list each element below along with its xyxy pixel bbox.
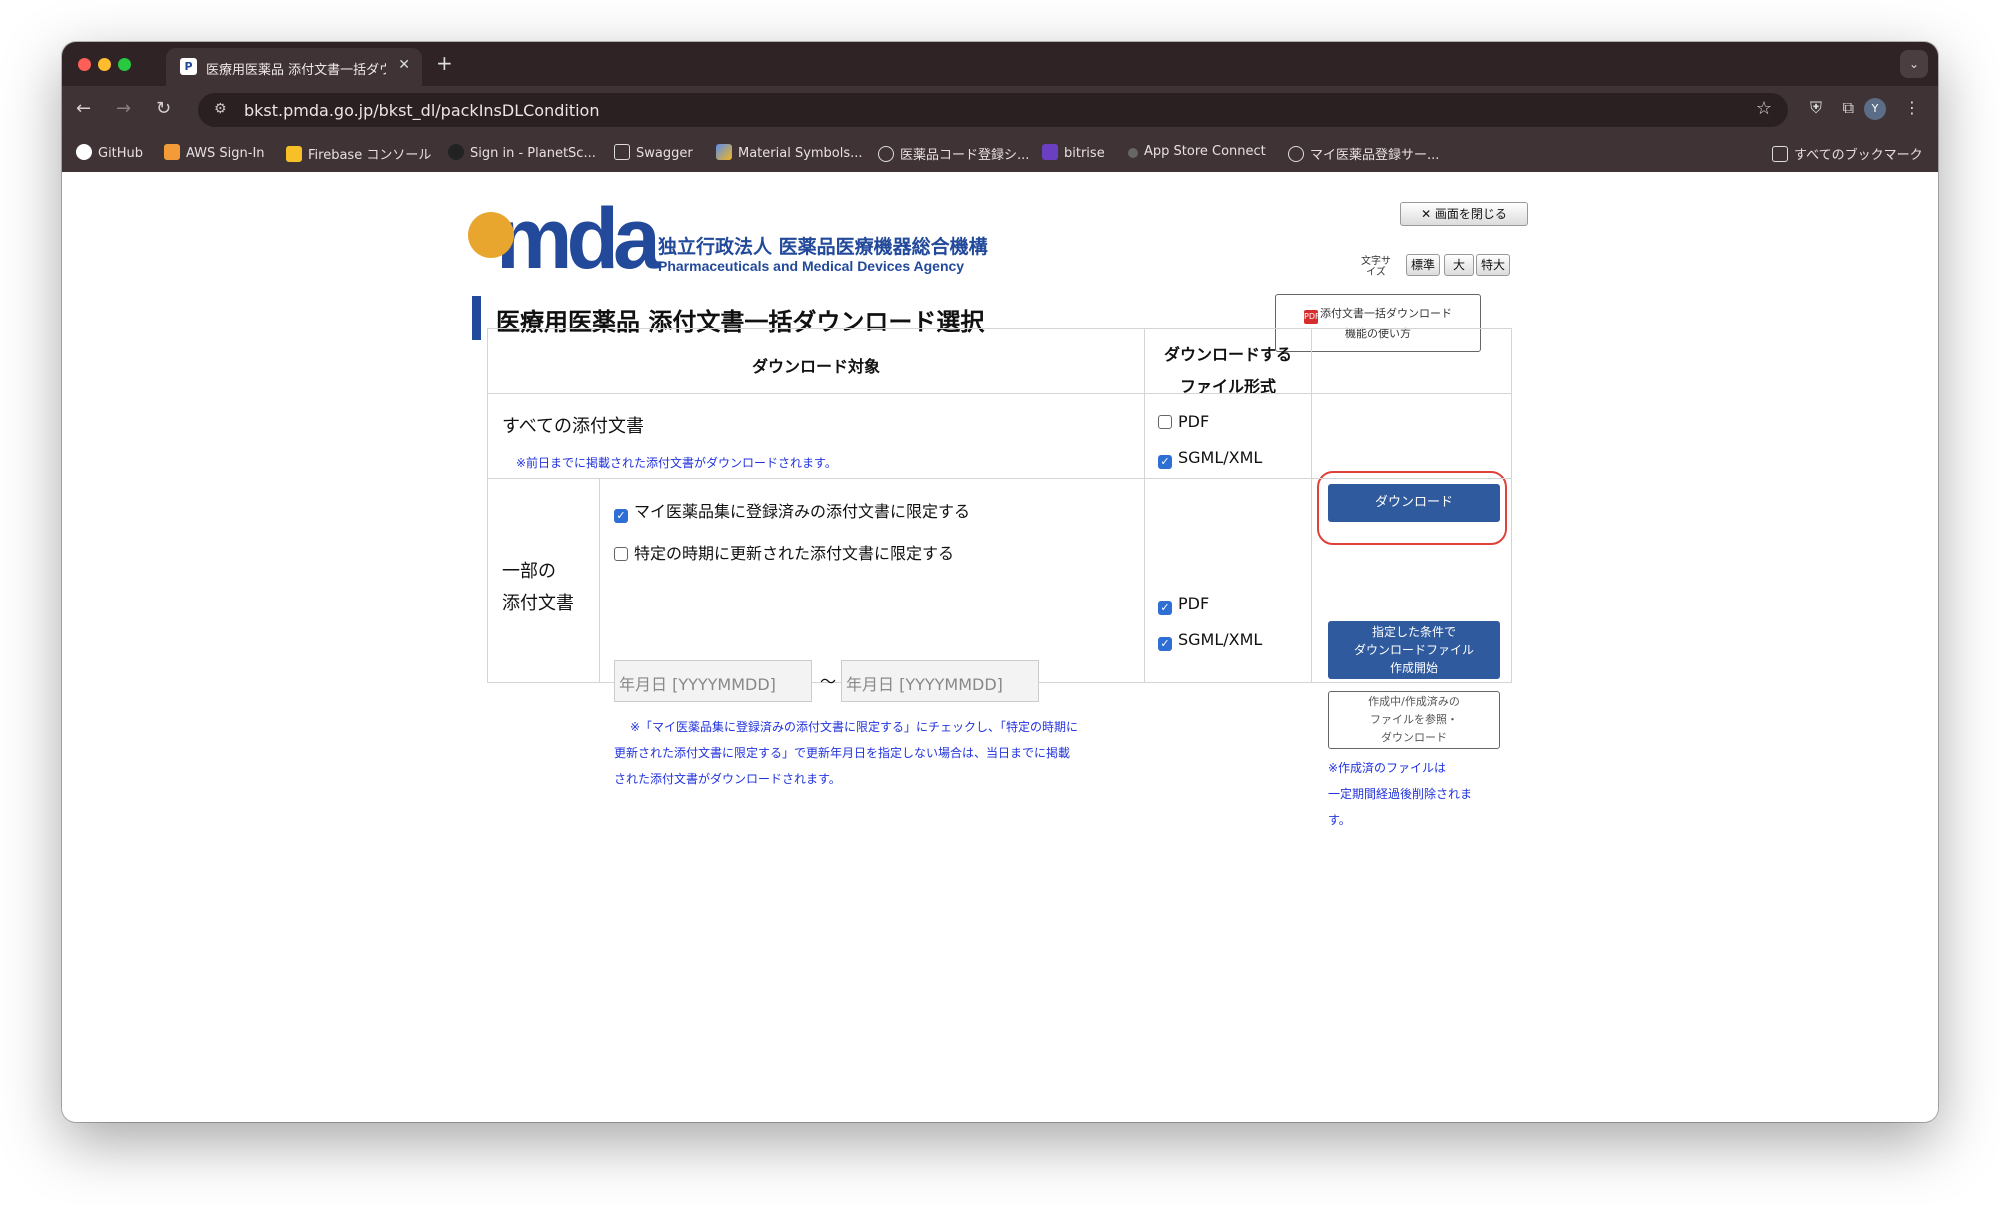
row-all-target-cell: すべての添付文書 ※前日までに掲載された添付文書がダウンロードされます。: [487, 393, 1145, 479]
back-icon[interactable]: ←: [76, 98, 91, 119]
org-name-jp: 独立行政法人 医薬品医療機器総合機構: [658, 236, 988, 258]
bookmark-bitrise[interactable]: bitrise: [1042, 144, 1105, 161]
bookmark-material-symbols[interactable]: Material Symbols...: [716, 144, 863, 161]
heading-accent-bar: [472, 296, 481, 340]
logo-orb: [468, 212, 514, 258]
org-name-en: Pharmaceuticals and Medical Devices Agen…: [658, 258, 965, 274]
firebase-icon: [286, 146, 302, 162]
header-target: ダウンロード対象: [751, 357, 880, 376]
planetscale-icon: [448, 144, 464, 160]
pdf-icon: PDF: [1304, 310, 1320, 324]
opt-period-checkbox[interactable]: [614, 547, 628, 561]
browser-window: P 医療用医薬品 添付文書一括ダウン ✕ + ⌄ ← → ↻ ⚙ bkst.pm…: [62, 42, 1938, 1122]
github-icon: [76, 144, 92, 160]
bookmark-planetscale[interactable]: Sign in - PlanetSc...: [448, 144, 596, 161]
address-bar[interactable]: ⚙ bkst.pmda.go.jp/bkst_dl/packInsDLCondi…: [198, 93, 1788, 127]
bookmark-star-icon[interactable]: ☆: [1756, 98, 1772, 119]
more-menu-icon[interactable]: ⋮: [1904, 98, 1920, 117]
font-size-label: 文字サイズ: [1361, 256, 1391, 278]
forward-icon[interactable]: →: [116, 98, 131, 119]
maximize-window-dot[interactable]: [118, 58, 131, 71]
opt-my-drugs[interactable]: ✓ マイ医薬品集に登録済みの添付文書に限定する: [614, 498, 970, 523]
bookmark-github[interactable]: GitHub: [76, 144, 143, 161]
bookmark-my-drug-registration[interactable]: マイ医薬品登録サー...: [1288, 144, 1439, 163]
opt-my-drugs-checkbox[interactable]: ✓: [614, 509, 628, 523]
row-partial-pdf-option[interactable]: ✓ PDF: [1158, 594, 1209, 615]
close-page-button[interactable]: ✕ 画面を閉じる: [1400, 202, 1528, 226]
favicon-icon: P: [180, 58, 197, 75]
date-from-input[interactable]: 年月日 [YYYYMMDD]: [614, 660, 812, 702]
row-all-action-cell: [1311, 393, 1512, 479]
minimize-window-dot[interactable]: [98, 58, 111, 71]
row-partial-note: ※「マイ医薬品集に登録済みの添付文書に限定する」にチェックし、「特定の時期に 更…: [614, 720, 1079, 786]
globe-icon: [878, 146, 894, 162]
folder-icon: [614, 144, 630, 160]
row-partial-pdf-checkbox[interactable]: ✓: [1158, 601, 1172, 615]
material-icon: [716, 144, 732, 160]
browser-toolbar: ← → ↻ ⚙ bkst.pmda.go.jp/bkst_dl/packInsD…: [62, 86, 1938, 134]
tab-bar: P 医療用医薬品 添付文書一括ダウン ✕ + ⌄: [62, 42, 1938, 86]
font-size-xlarge-button[interactable]: 特大: [1476, 254, 1510, 276]
header-action-cell: [1311, 328, 1512, 394]
row-all-note: ※前日までに掲載された添付文書がダウンロードされます。: [516, 456, 837, 470]
create-download-file-button[interactable]: 指定した条件で ダウンロードファイル 作成開始: [1328, 621, 1500, 679]
reload-icon[interactable]: ↻: [156, 98, 171, 119]
font-size-large-button[interactable]: 大: [1444, 254, 1474, 276]
file-expiry-note: ※作成済のファイルは 一定期間経過後削除されま す。: [1328, 761, 1473, 827]
row-partial-format-cell: [1144, 478, 1312, 683]
globe-icon: [1288, 146, 1304, 162]
header-target-cell: ダウンロード対象: [487, 328, 1145, 394]
tab-title: 医療用医薬品 添付文書一括ダウン: [206, 63, 386, 78]
row-all-sgml-checkbox[interactable]: ✓: [1158, 455, 1172, 469]
tab-search-icon[interactable]: ⌄: [1900, 50, 1928, 78]
url-text[interactable]: bkst.pmda.go.jp/bkst_dl/packInsDLConditi…: [244, 101, 599, 120]
bookmark-app-store-connect[interactable]: App Store Connect: [1128, 144, 1266, 159]
folder-icon: [1772, 146, 1788, 162]
view-created-files-button[interactable]: 作成中/作成済みの ファイルを参照・ ダウンロード: [1328, 691, 1500, 749]
close-window-dot[interactable]: [78, 58, 91, 71]
new-tab-icon[interactable]: +: [436, 51, 453, 75]
header-format-cell: ダウンロードする ファイル形式: [1144, 328, 1312, 396]
bookmark-firebase[interactable]: Firebase コンソール: [286, 144, 431, 163]
extension-shield-icon[interactable]: ⛨: [1810, 98, 1822, 118]
opt-period[interactable]: 特定の時期に更新された添付文書に限定する: [614, 540, 954, 564]
apple-icon: [1128, 148, 1138, 158]
row-all-sgml-option[interactable]: ✓ SGML/XML: [1158, 448, 1262, 469]
all-bookmarks[interactable]: すべてのブックマーク: [1772, 144, 1923, 163]
bookmark-swagger[interactable]: Swagger: [614, 144, 693, 161]
font-size-standard-button[interactable]: 標準: [1406, 254, 1440, 276]
bookmarks-bar: GitHub AWS Sign-In Firebase コンソール Sign i…: [62, 134, 1938, 172]
close-tab-icon[interactable]: ✕: [398, 57, 410, 73]
date-range-tilde: 〜: [820, 672, 837, 691]
browser-tab-active[interactable]: P 医療用医薬品 添付文書一括ダウン ✕: [166, 48, 422, 86]
profile-avatar[interactable]: Y: [1864, 98, 1886, 120]
bitrise-icon: [1042, 144, 1058, 160]
row-all-label: すべての添付文書: [502, 416, 645, 437]
bookmark-drug-code[interactable]: 医薬品コード登録シ...: [878, 144, 1029, 163]
row-partial-sgml-option[interactable]: ✓ SGML/XML: [1158, 630, 1262, 651]
site-info-icon[interactable]: ⚙: [214, 101, 227, 117]
aws-icon: [164, 144, 180, 160]
row-partial-label-cell: 一部の 添付文書: [487, 478, 600, 683]
bookmark-aws[interactable]: AWS Sign-In: [164, 144, 265, 161]
date-to-input[interactable]: 年月日 [YYYYMMDD]: [841, 660, 1039, 702]
row-all-pdf-option[interactable]: PDF: [1158, 412, 1209, 431]
page-content: mda 独立行政法人 医薬品医療機器総合機構 Pharmaceuticals a…: [62, 180, 1938, 1122]
pmda-logo[interactable]: mda: [468, 196, 661, 282]
row-all-pdf-checkbox[interactable]: [1158, 415, 1172, 429]
row-partial-sgml-checkbox[interactable]: ✓: [1158, 637, 1172, 651]
extensions-puzzle-icon[interactable]: ⧉: [1843, 98, 1854, 118]
